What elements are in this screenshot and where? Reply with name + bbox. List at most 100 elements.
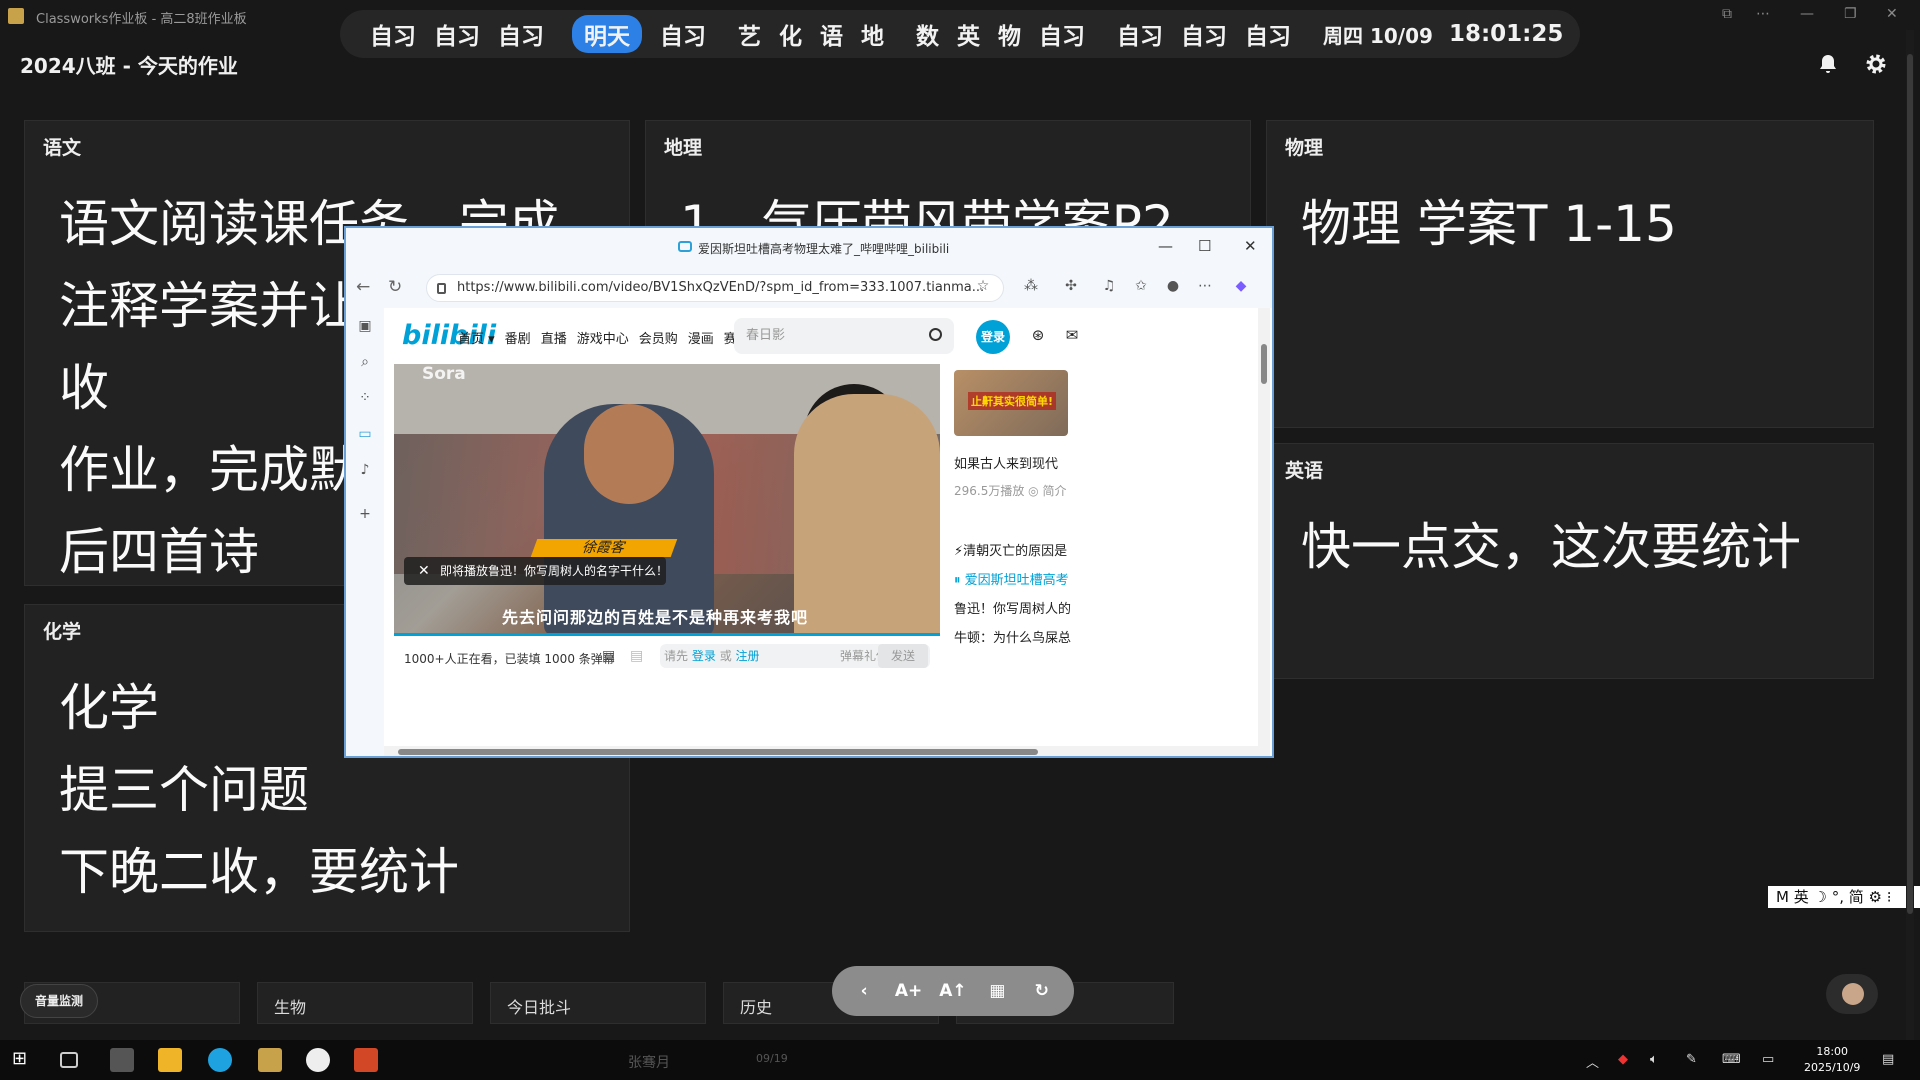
volume-monitor-button[interactable]: 音量监测 bbox=[20, 984, 99, 1018]
app-icon[interactable] bbox=[110, 1048, 134, 1072]
task-view-icon[interactable] bbox=[60, 1052, 78, 1068]
recommend-item[interactable]: 296.5万播放 ◎ 简介 bbox=[954, 482, 1074, 511]
apps-icon[interactable]: ⁘ bbox=[354, 390, 376, 412]
gear-icon[interactable] bbox=[1864, 52, 1888, 76]
nav-item[interactable]: 直播 bbox=[541, 328, 567, 347]
vip-icon[interactable]: ⊛ bbox=[1028, 326, 1048, 346]
bilibili-icon[interactable]: ▭ bbox=[354, 426, 376, 448]
tabs-icon[interactable]: ▣ bbox=[354, 318, 376, 340]
site-nav: 首页 ▾ 番剧 直播 游戏中心 会员购 漫画 赛事 bbox=[458, 328, 750, 347]
clock-date: 2025/10/9 bbox=[1804, 1061, 1861, 1074]
star-icon[interactable]: ☆ bbox=[974, 278, 992, 296]
folder-icon[interactable] bbox=[158, 1048, 182, 1072]
clock-time: 18:00 bbox=[1816, 1045, 1849, 1058]
nav-item[interactable]: 首页 ▾ bbox=[458, 328, 495, 347]
login-button[interactable]: 登录 bbox=[976, 320, 1010, 354]
scroll-thumb[interactable] bbox=[398, 749, 1038, 755]
tomorrow-badge[interactable]: 明天 bbox=[572, 15, 642, 53]
volume-icon[interactable]: 🔈︎ bbox=[1650, 1052, 1658, 1067]
notification-icon[interactable]: ▤ bbox=[1882, 1052, 1894, 1067]
nav-item[interactable]: 番剧 bbox=[505, 328, 531, 347]
video-player[interactable]: Sora 徐霞客 ✕ 即将播放鲁迅！你写周树人的名字干什么！ 先去问问那边的百姓是… bbox=[394, 364, 940, 636]
recommend-item[interactable] bbox=[954, 511, 1074, 540]
recommend-item[interactable]: 如果古人来到现代 bbox=[954, 453, 1074, 482]
nav-item[interactable]: 游戏中心 bbox=[577, 328, 629, 347]
powerpoint-icon[interactable] bbox=[354, 1048, 378, 1072]
keyboard-icon[interactable]: ⌨ bbox=[1722, 1052, 1741, 1067]
qq-icon[interactable] bbox=[306, 1048, 330, 1072]
classworks-icon[interactable] bbox=[258, 1048, 282, 1072]
search-input[interactable]: 春日影 bbox=[734, 318, 954, 354]
copilot-icon[interactable]: ◆ bbox=[1232, 278, 1250, 296]
nav-item[interactable]: 漫画 bbox=[688, 328, 714, 347]
toast-text: 即将播放鲁迅！你写周树人的名字干什么！ bbox=[440, 564, 669, 578]
music-icon[interactable]: ♫ bbox=[1100, 278, 1118, 296]
nav-item[interactable]: 会员购 bbox=[639, 328, 678, 347]
bottom-card-critique[interactable]: 今日批斗 bbox=[490, 982, 706, 1024]
next-video-toast[interactable]: ✕ 即将播放鲁迅！你写周树人的名字干什么！ bbox=[404, 557, 669, 585]
period: 自习 bbox=[1039, 24, 1085, 50]
refresh-icon[interactable]: ↻ bbox=[388, 277, 402, 297]
back-icon[interactable]: ← bbox=[356, 277, 370, 297]
close-button[interactable]: ✕ bbox=[1244, 237, 1257, 255]
font-increase-icon[interactable]: A+ bbox=[894, 981, 924, 1001]
danmaku-register-link[interactable]: 注册 bbox=[736, 649, 760, 663]
system-clock[interactable]: 18:00 2025/10/9 bbox=[1804, 1044, 1860, 1076]
mail-icon[interactable]: ✉ bbox=[1062, 326, 1082, 346]
period: 自习 bbox=[498, 24, 544, 50]
recommend-item[interactable]: ⏸ 爱因斯坦吐槽高考 bbox=[954, 569, 1074, 598]
puzzle-icon[interactable]: ✣ bbox=[1062, 278, 1080, 296]
recommend-item[interactable]: 牛顿：为什么鸟屎总 bbox=[954, 627, 1074, 656]
extension-icon[interactable]: ⁂ bbox=[1022, 278, 1040, 296]
recommend-item[interactable]: ⚡清朝灭亡的原因是 bbox=[954, 540, 1074, 569]
period: 化 bbox=[779, 24, 802, 50]
close-icon[interactable]: ✕ bbox=[418, 557, 430, 585]
minimize-button[interactable]: — bbox=[1800, 6, 1814, 22]
progress-bar[interactable] bbox=[394, 633, 940, 636]
card-physics[interactable]: 物理 物理 学案T 1-15 bbox=[1266, 120, 1874, 428]
display-icon[interactable]: ▭ bbox=[1762, 1052, 1774, 1067]
danmaku-login-link[interactable]: 登录 bbox=[692, 649, 716, 663]
period: 自习 bbox=[1245, 24, 1291, 50]
minimize-button[interactable]: — bbox=[1158, 237, 1173, 255]
calendar-icon[interactable]: ▦ bbox=[982, 981, 1012, 1001]
url-input[interactable]: https://www.bilibili.com/video/BV1ShxQzV… bbox=[426, 274, 1004, 302]
maximize-button[interactable]: ❐ bbox=[1844, 6, 1857, 22]
maximize-button[interactable]: ☐ bbox=[1198, 237, 1211, 255]
scroll-thumb[interactable] bbox=[1907, 54, 1913, 914]
refresh-icon[interactable]: ↻ bbox=[1027, 981, 1057, 1001]
more-icon[interactable]: ⋯ bbox=[1756, 6, 1770, 22]
profile-icon[interactable]: ● bbox=[1164, 278, 1182, 296]
favorites-icon[interactable]: ✩ bbox=[1132, 278, 1150, 296]
edge-icon[interactable] bbox=[208, 1048, 232, 1072]
bottom-card-biology[interactable]: 生物 bbox=[257, 982, 473, 1024]
search-icon[interactable]: ⌕ bbox=[354, 354, 376, 376]
snap-icon[interactable]: ⧉ bbox=[1722, 6, 1732, 22]
recommend-thumbnail[interactable]: 止鼾其实很简单! bbox=[954, 370, 1068, 436]
bell-icon[interactable] bbox=[1816, 52, 1840, 76]
avatar-button[interactable] bbox=[1826, 974, 1878, 1014]
page-scrollbar[interactable] bbox=[1258, 308, 1270, 756]
font-size-icon[interactable]: A↑ bbox=[938, 981, 968, 1001]
chevron-up-icon[interactable]: ︿ bbox=[1586, 1052, 1599, 1071]
scroll-thumb[interactable] bbox=[1261, 344, 1267, 384]
add-icon[interactable]: + bbox=[354, 506, 376, 528]
card-line: 快一点交，这次要统计 bbox=[1301, 518, 1801, 576]
pen-icon[interactable]: ✎ bbox=[1686, 1052, 1697, 1067]
danmaku-toggle-icon[interactable]: ▤ bbox=[602, 648, 615, 664]
close-button[interactable]: ✕ bbox=[1886, 6, 1898, 22]
recommend-item[interactable]: 鲁迅！你写周树人的 bbox=[954, 598, 1074, 627]
start-icon[interactable]: ⊞ bbox=[12, 1048, 36, 1072]
search-icon[interactable] bbox=[929, 328, 942, 341]
back-icon[interactable]: ‹ bbox=[849, 981, 879, 1001]
send-button[interactable]: 发送 bbox=[878, 644, 928, 668]
horizontal-scrollbar[interactable] bbox=[384, 746, 1258, 756]
danmaku-settings-icon[interactable]: ▤ bbox=[630, 648, 643, 664]
scrollbar[interactable] bbox=[1906, 30, 1914, 1040]
ime-toolbar[interactable]: M 英 ☽ °, 简 ⚙ ⁝ bbox=[1768, 886, 1920, 908]
bilibili-page: bilibili 首页 ▾ 番剧 直播 游戏中心 会员购 漫画 赛事 春日影 登… bbox=[384, 308, 1272, 756]
security-icon[interactable]: ◆ bbox=[1618, 1052, 1628, 1067]
more-icon[interactable]: ⋯ bbox=[1196, 278, 1214, 296]
card-english[interactable]: 英语 快一点交，这次要统计 bbox=[1266, 443, 1874, 679]
speaker-icon[interactable]: ♪ bbox=[354, 462, 376, 484]
